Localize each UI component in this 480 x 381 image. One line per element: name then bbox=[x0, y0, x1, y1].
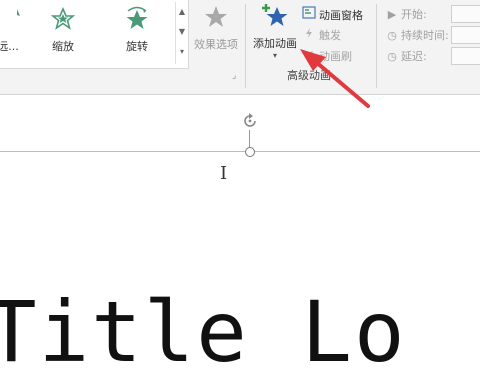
timing-start: ▶ 开始: bbox=[386, 6, 427, 22]
animation-pane-button[interactable]: 动画窗格 bbox=[302, 6, 363, 23]
add-animation-button[interactable]: 添加动画 ▾ bbox=[250, 2, 300, 60]
animation-painter-label: 动画刷 bbox=[319, 50, 352, 63]
start-label: 开始: bbox=[401, 8, 427, 21]
zoom-star-icon bbox=[50, 6, 76, 30]
clock-icon: ◷ bbox=[387, 50, 397, 63]
animation-gallery: 远... 缩放 旋转 ▲ ▼ ▾ bbox=[0, 0, 189, 69]
gallery-item-label: 旋转 bbox=[126, 40, 148, 53]
animation-pane-label: 动画窗格 bbox=[319, 9, 363, 22]
play-icon: ▶ bbox=[387, 8, 397, 21]
trigger-button[interactable]: 触发 bbox=[302, 27, 341, 43]
fly-in-icon bbox=[17, 9, 20, 16]
chevron-down-icon[interactable]: ▼ bbox=[176, 22, 188, 42]
gallery-scrollbar[interactable]: ▲ ▼ ▾ bbox=[175, 2, 188, 64]
gallery-item-label: 缩放 bbox=[52, 40, 74, 53]
text-cursor-icon: I bbox=[220, 163, 228, 184]
duration-input[interactable] bbox=[451, 26, 480, 44]
add-animation-star-icon bbox=[262, 4, 288, 26]
delay-input[interactable] bbox=[451, 47, 480, 65]
duration-label: 持续时间: bbox=[401, 29, 449, 42]
timing-duration: ◷ 持续时间: bbox=[386, 27, 449, 43]
chevron-up-icon[interactable]: ▲ bbox=[176, 2, 188, 22]
trigger-label: 触发 bbox=[319, 29, 341, 42]
advanced-animation-group-label: 高级动画 bbox=[287, 69, 331, 82]
rotate-handle-icon[interactable] bbox=[241, 112, 259, 130]
animation-painter-button[interactable]: 动画刷 bbox=[302, 48, 352, 64]
effect-options-label: 效果选项 bbox=[194, 38, 238, 51]
group-divider bbox=[376, 4, 377, 88]
chevron-down-icon[interactable]: ▾ bbox=[250, 51, 300, 60]
clock-icon: ◷ bbox=[387, 29, 397, 42]
delay-label: 延迟: bbox=[401, 50, 427, 63]
dialog-launcher-icon[interactable]: ⌟ bbox=[232, 71, 236, 81]
spin-star-icon bbox=[126, 6, 148, 29]
gallery-item-spin[interactable]: 旋转 bbox=[107, 6, 167, 54]
timing-delay: ◷ 延迟: bbox=[386, 48, 427, 64]
start-select[interactable] bbox=[451, 5, 480, 23]
group-divider bbox=[245, 4, 246, 88]
effect-options-button[interactable]: 效果选项 bbox=[190, 4, 242, 52]
gallery-item-zoom[interactable]: 缩放 bbox=[33, 6, 93, 54]
slide-title-text[interactable]: Title Lo bbox=[0, 290, 407, 374]
star-icon bbox=[205, 6, 227, 27]
gallery-expand-icon[interactable]: ▾ bbox=[176, 42, 188, 62]
animation-pane-icon bbox=[302, 6, 316, 22]
trigger-icon bbox=[302, 27, 316, 42]
add-animation-label: 添加动画 bbox=[253, 37, 297, 50]
animation-painter-icon bbox=[302, 48, 316, 63]
rotate-handle-stem bbox=[249, 130, 250, 148]
ribbon: 远... 缩放 旋转 ▲ ▼ ▾ 效果选项 ⌟ 添加动画 ▾ 动画窗格 触发 动… bbox=[0, 0, 480, 95]
text-box-border bbox=[0, 151, 480, 152]
resize-handle[interactable] bbox=[245, 147, 255, 157]
